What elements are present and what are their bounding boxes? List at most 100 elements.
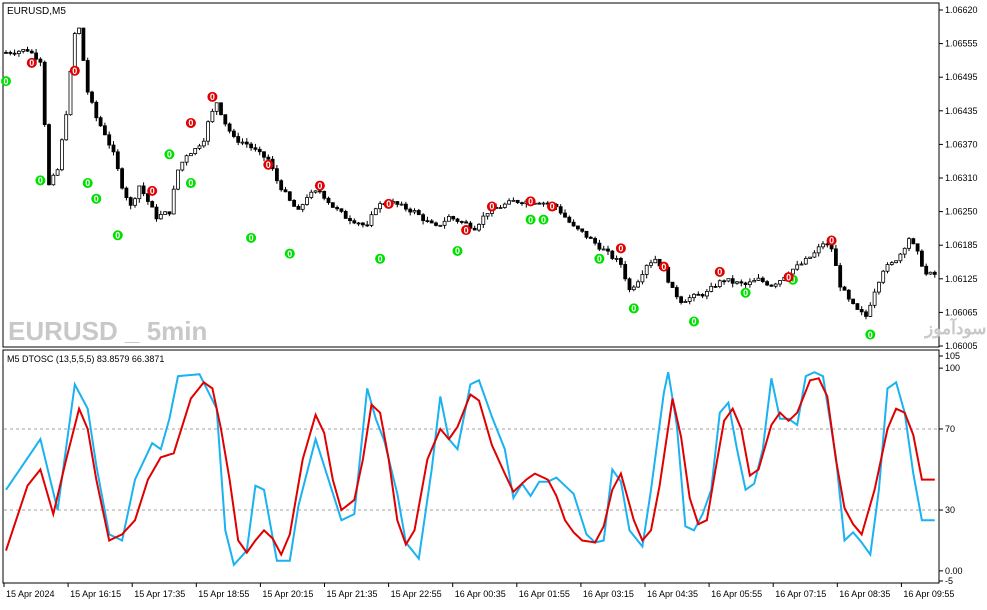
candle [171, 185, 176, 215]
candle [279, 179, 284, 192]
svg-text:0: 0 [528, 197, 533, 207]
candle [838, 262, 843, 292]
indicator-label: M5 DTOSC (13,5,5,5) 83.8579 66.3871 [7, 354, 164, 364]
trading-chart-window[interactable]: 000000000000000000000000000000000000 EUR… [0, 0, 987, 605]
svg-text:0: 0 [3, 76, 8, 86]
candle [438, 224, 443, 227]
svg-text:0: 0 [378, 254, 383, 264]
time-tick-label: 16 Apr 09:55 [903, 589, 954, 599]
candle [154, 204, 159, 222]
svg-text:0: 0 [717, 267, 722, 277]
svg-text:0: 0 [287, 249, 292, 259]
svg-text:0: 0 [188, 118, 193, 128]
svg-text:0: 0 [317, 181, 322, 191]
candle [206, 120, 211, 146]
svg-text:0: 0 [597, 254, 602, 264]
candle [894, 260, 898, 264]
candle [881, 269, 886, 285]
candle [120, 167, 124, 190]
candle [287, 191, 292, 202]
candle [188, 152, 193, 157]
svg-text:0: 0 [188, 178, 193, 188]
candle [670, 281, 675, 288]
time-tick-label: 15 Apr 20:15 [262, 589, 313, 599]
svg-text:0: 0 [29, 58, 34, 68]
price-tick-label: 1.06435 [945, 106, 978, 116]
time-tick-label: 16 Apr 03:15 [583, 589, 634, 599]
candle [94, 100, 99, 122]
candle [64, 110, 69, 141]
price-axis: 1.06620 1.06555 1.06495 1.06435 1.06370 1.063… [939, 5, 978, 351]
candle [851, 298, 855, 305]
time-tick-label: 16 Apr 04:35 [647, 589, 698, 599]
svg-text:0: 0 [266, 160, 271, 170]
osc-tick-label: 30 [945, 505, 955, 515]
price-tick-label: 1.06495 [945, 72, 978, 82]
candle [911, 237, 916, 245]
candle [769, 284, 774, 287]
price-tick-label: 1.06125 [945, 274, 978, 284]
price-tick-label: 1.06370 [945, 139, 978, 149]
candle [90, 90, 94, 105]
watermark-left: EURUSD _ 5min [8, 316, 207, 346]
svg-text:0: 0 [743, 288, 748, 298]
osc-tick-label: 0.00 [945, 566, 963, 576]
time-axis: 15 Apr 2024 15 Apr 16:15 15 Apr 17:35 15 Ap… [3, 583, 954, 599]
candle [115, 149, 120, 171]
svg-text:0: 0 [528, 215, 533, 225]
price-tick-label: 1.06250 [945, 207, 978, 217]
svg-text:0: 0 [868, 330, 873, 340]
svg-text:0: 0 [550, 202, 555, 212]
candle [81, 27, 86, 61]
price-tick-label: 1.06005 [945, 341, 978, 351]
time-tick-label: 15 Apr 17:35 [134, 589, 185, 599]
osc-tick-label: 100 [945, 363, 960, 373]
candle [47, 123, 51, 186]
time-tick-label: 15 Apr 18:55 [198, 589, 249, 599]
candle [68, 69, 73, 116]
svg-text:0: 0 [150, 186, 155, 196]
candle [920, 249, 924, 267]
candle [51, 173, 56, 186]
svg-text:0: 0 [386, 199, 391, 209]
candle [627, 277, 632, 293]
price-tick-label: 1.06065 [945, 307, 978, 317]
candle [373, 207, 378, 216]
time-tick-label: 15 Apr 16:15 [70, 589, 121, 599]
candle [808, 256, 812, 259]
svg-text:0: 0 [489, 202, 494, 212]
candle [176, 169, 180, 191]
price-panel-frame[interactable] [2, 2, 940, 348]
candle [42, 60, 47, 127]
candle [928, 271, 933, 275]
candle [60, 138, 64, 172]
svg-text:0: 0 [541, 215, 546, 225]
svg-text:0: 0 [829, 236, 834, 246]
osc-tick-label: 70 [945, 424, 955, 434]
candle [219, 102, 223, 116]
svg-text:0: 0 [631, 304, 636, 314]
price-tick-label: 1.06185 [945, 240, 978, 250]
candle [77, 27, 81, 35]
svg-text:0: 0 [464, 225, 469, 235]
time-tick-label: 16 Apr 01:55 [519, 589, 570, 599]
osc-tick-label: -5 [945, 576, 953, 586]
candle [292, 199, 297, 207]
price-tick-label: 1.06620 [945, 5, 978, 15]
svg-text:0: 0 [691, 317, 696, 327]
svg-text:0: 0 [167, 149, 172, 159]
candle [623, 261, 628, 282]
candle [855, 303, 860, 310]
candle [150, 200, 155, 208]
candle [610, 249, 615, 261]
candle [55, 168, 60, 176]
candle [180, 161, 185, 172]
symbol-label: EURUSD,M5 [7, 6, 66, 17]
candle [717, 279, 722, 289]
time-tick-label: 16 Apr 08:35 [839, 589, 890, 599]
candle [330, 202, 335, 208]
svg-text:0: 0 [249, 233, 254, 243]
svg-text:0: 0 [85, 178, 90, 188]
svg-text:0: 0 [210, 92, 215, 102]
svg-text:0: 0 [455, 246, 460, 256]
